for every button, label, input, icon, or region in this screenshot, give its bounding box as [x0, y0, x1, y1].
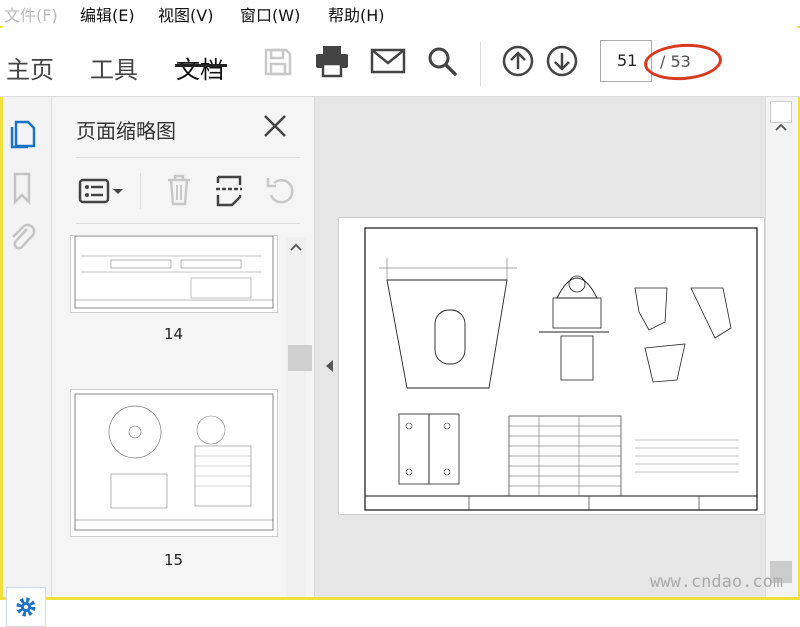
menu-help[interactable]: 帮助(H) [328, 2, 385, 26]
watermark-text: www.cndao.com [650, 572, 784, 592]
attachment-icon[interactable] [7, 221, 37, 255]
active-tab-indicator [175, 64, 227, 67]
tab-tools[interactable]: 工具 [90, 50, 138, 85]
tab-document[interactable]: 文档 [176, 50, 224, 85]
mail-icon[interactable] [370, 48, 406, 74]
save-icon[interactable] [262, 46, 294, 78]
rotate-icon[interactable] [264, 175, 296, 205]
toolbar-separator [480, 42, 481, 86]
engineering-drawing [364, 227, 758, 511]
settings-button[interactable] [6, 587, 46, 627]
chevron-up-icon[interactable] [290, 243, 302, 251]
pages-icon[interactable] [7, 117, 37, 151]
thumbnail-drawing [74, 393, 274, 531]
thumbnail-page-number: 14 [164, 325, 184, 343]
gear-icon [16, 597, 36, 617]
thumbnail-drawing [74, 235, 274, 309]
menu-file[interactable]: 文件(F) [4, 2, 58, 26]
document-scrollbar[interactable] [765, 97, 798, 597]
panel-divider [76, 223, 300, 224]
collapse-panel-icon[interactable] [325, 359, 335, 373]
thumbnail-page-number: 15 [164, 551, 184, 569]
chevron-up-icon[interactable] [775, 123, 787, 131]
scroll-up-button[interactable] [770, 101, 792, 123]
print-icon[interactable] [314, 44, 350, 78]
menu-view[interactable]: 视图(V) [158, 2, 213, 26]
panel-divider [76, 157, 300, 158]
page-thumbnail[interactable] [70, 235, 278, 313]
tab-home[interactable]: 主页 [6, 50, 54, 85]
document-view[interactable] [315, 97, 765, 597]
search-icon[interactable] [426, 45, 458, 77]
page-thumbnail[interactable] [70, 389, 278, 537]
extract-page-icon[interactable] [214, 173, 244, 207]
close-icon[interactable] [262, 113, 288, 139]
thumbnail-scrollbar[interactable] [286, 237, 312, 597]
panel-toolbar-separator [140, 173, 141, 209]
left-nav-strip [3, 97, 52, 627]
arrow-up-icon[interactable] [502, 45, 534, 77]
delete-icon[interactable] [164, 173, 194, 207]
menu-bar: 文件(F) 编辑(E) 视图(V) 窗口(W) 帮助(H) [0, 0, 800, 26]
menu-edit[interactable]: 编辑(E) [80, 2, 135, 26]
menu-window[interactable]: 窗口(W) [240, 2, 300, 26]
thumbnail-panel: 页面缩略图 14 15 [52, 97, 315, 597]
panel-title: 页面缩略图 [76, 119, 176, 143]
document-page [338, 217, 765, 515]
scrollbar-thumb[interactable] [288, 345, 312, 371]
arrow-down-icon[interactable] [546, 45, 578, 77]
thumbnail-options-icon[interactable] [78, 177, 126, 205]
bookmark-icon[interactable] [7, 171, 37, 205]
